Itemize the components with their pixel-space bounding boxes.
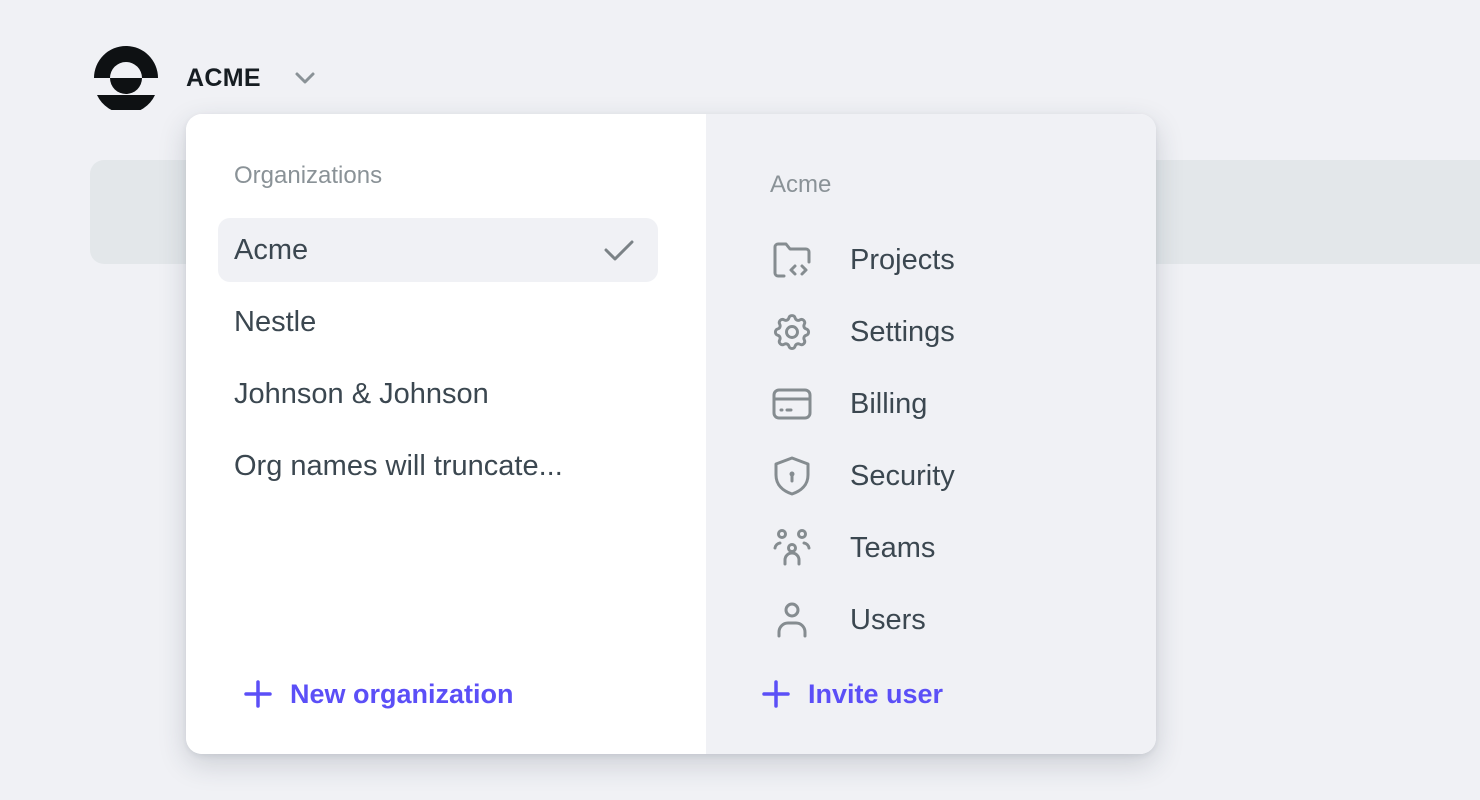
menu-item-security[interactable]: Security bbox=[770, 440, 955, 512]
gear-icon bbox=[773, 314, 811, 351]
invite-user-label: Invite user bbox=[808, 678, 944, 709]
org-menu-heading: Acme bbox=[770, 171, 832, 198]
folder-code-icon bbox=[773, 242, 811, 278]
org-item-acme[interactable]: Acme bbox=[218, 218, 658, 282]
top-bar: ACME bbox=[94, 46, 317, 110]
menu-item-billing[interactable]: Billing bbox=[770, 368, 955, 440]
org-item-label: Org names will truncate... bbox=[234, 449, 563, 482]
menu-item-label: Users bbox=[850, 603, 926, 636]
menu-item-label: Projects bbox=[850, 243, 955, 276]
org-menu-list: Projects Settings Billing Security Teams… bbox=[770, 224, 955, 656]
org-switcher-button[interactable]: ACME bbox=[186, 64, 317, 93]
user-icon bbox=[777, 602, 807, 638]
invite-user-button[interactable]: Invite user bbox=[760, 678, 943, 710]
new-organization-label: New organization bbox=[290, 678, 514, 709]
organizations-heading: Organizations bbox=[234, 162, 383, 189]
org-item-johnson-johnson[interactable]: Johnson & Johnson bbox=[218, 362, 658, 426]
menu-item-label: Settings bbox=[850, 315, 955, 348]
organization-list: Acme Nestle Johnson & Johnson Org names … bbox=[218, 218, 658, 506]
menu-item-settings[interactable]: Settings bbox=[770, 296, 955, 368]
plus-icon bbox=[244, 680, 272, 708]
menu-item-projects[interactable]: Projects bbox=[770, 224, 955, 296]
menu-item-users[interactable]: Users bbox=[770, 584, 955, 656]
org-item-label: Acme bbox=[234, 233, 309, 266]
new-organization-button[interactable]: New organization bbox=[242, 678, 514, 710]
menu-item-teams[interactable]: Teams bbox=[770, 512, 955, 584]
org-item-label: Johnson & Johnson bbox=[234, 377, 489, 410]
check-icon bbox=[604, 240, 634, 261]
org-item-label: Nestle bbox=[234, 305, 317, 338]
chevron-down-icon bbox=[295, 72, 315, 84]
current-org-name: ACME bbox=[186, 63, 261, 92]
menu-item-label: Security bbox=[850, 459, 955, 492]
credit-card-icon bbox=[772, 388, 812, 420]
organizations-panel: Organizations Acme Nestle Johnson & John… bbox=[186, 114, 706, 754]
org-switcher-dropdown: Organizations Acme Nestle Johnson & John… bbox=[186, 114, 1156, 754]
acme-logo[interactable] bbox=[94, 46, 158, 110]
org-item-nestle[interactable]: Nestle bbox=[218, 290, 658, 354]
shield-lock-icon bbox=[774, 456, 810, 496]
menu-item-label: Billing bbox=[850, 387, 928, 420]
org-item-truncated[interactable]: Org names will truncate... bbox=[218, 434, 658, 498]
team-icon bbox=[773, 529, 811, 566]
org-menu-panel: Acme Projects Settings Billing Security … bbox=[706, 114, 1156, 754]
menu-item-label: Teams bbox=[850, 531, 936, 564]
plus-icon bbox=[762, 680, 790, 708]
